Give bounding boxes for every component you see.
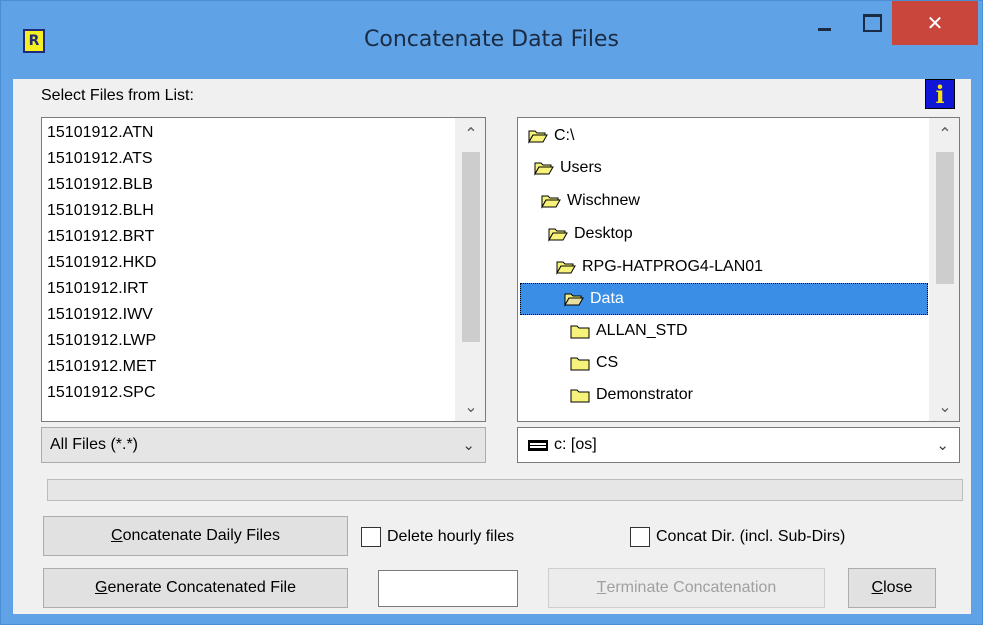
list-item[interactable]: 15101912.BLB bbox=[47, 172, 153, 198]
list-item[interactable]: 15101912.IRT bbox=[47, 276, 148, 302]
list-item[interactable]: 15101912.MET bbox=[47, 354, 156, 380]
dialog-body: Select Files from List: i 15101912.ATN 1… bbox=[13, 79, 971, 614]
checkbox-label: Concat Dir. (incl. Sub-Dirs) bbox=[656, 528, 846, 545]
accelerator-key: C bbox=[111, 527, 123, 544]
terminate-concatenation-button: Terminate Concatenation bbox=[548, 568, 825, 608]
delete-hourly-files-checkbox[interactable]: Delete hourly files bbox=[361, 527, 514, 547]
concatenate-daily-files-button[interactable]: Concatenate Daily Files bbox=[43, 516, 348, 556]
list-item[interactable]: 15101912.SPC bbox=[47, 380, 156, 406]
dir-label: Users bbox=[560, 159, 602, 176]
closed-folder-icon bbox=[570, 389, 590, 403]
chevron-down-icon[interactable]: ⌄ bbox=[462, 436, 475, 454]
dir-item[interactable]: C:\ bbox=[528, 120, 928, 152]
minimize-button[interactable] bbox=[796, 1, 852, 45]
dir-label: CS bbox=[596, 354, 619, 371]
accelerator-key: T bbox=[596, 579, 607, 596]
checkbox-label: Delete hourly files bbox=[387, 528, 515, 545]
list-item[interactable]: 15101912.LWP bbox=[47, 328, 156, 354]
dir-label: Desktop bbox=[574, 225, 633, 242]
drive-value: c: [os] bbox=[554, 436, 597, 453]
dir-item[interactable]: Desktop bbox=[548, 218, 928, 250]
button-label: erminate Concatenation bbox=[606, 579, 777, 596]
accelerator-key: C bbox=[871, 579, 884, 596]
button-label: lose bbox=[883, 579, 913, 596]
concatenate-dialog: R Concatenate Data Files ✕ Select Files … bbox=[0, 0, 983, 625]
progress-bar bbox=[47, 479, 963, 501]
dir-item[interactable]: Demonstrator bbox=[570, 379, 928, 411]
checkbox-box[interactable] bbox=[630, 527, 650, 547]
close-button[interactable]: Close bbox=[848, 568, 936, 608]
dir-item[interactable]: Wischnew bbox=[541, 185, 928, 217]
dir-label: ALLAN_STD bbox=[596, 322, 688, 339]
scroll-up-arrow-icon[interactable]: ⌃ bbox=[930, 118, 959, 148]
directory-listbox[interactable]: C:\ Users Wischnew Desktop RPG-HATPROG4-… bbox=[517, 117, 960, 422]
scroll-down-arrow-icon[interactable]: ⌄ bbox=[456, 391, 485, 421]
open-folder-icon bbox=[534, 162, 554, 176]
open-folder-icon bbox=[564, 293, 584, 307]
drive-icon bbox=[528, 439, 548, 451]
info-icon[interactable]: i bbox=[925, 79, 955, 109]
accelerator-key: G bbox=[94, 579, 108, 596]
scroll-up-arrow-icon[interactable]: ⌃ bbox=[456, 118, 485, 148]
open-folder-icon bbox=[528, 130, 548, 144]
dir-item-selected[interactable]: Data bbox=[520, 283, 928, 315]
concat-dir-checkbox[interactable]: Concat Dir. (incl. Sub-Dirs) bbox=[630, 527, 845, 547]
dir-label: Demonstrator bbox=[596, 386, 693, 403]
file-filter-select[interactable]: All Files (*.*) ⌄ bbox=[41, 427, 486, 463]
dir-item[interactable]: RPG-HATPROG4-LAN01 bbox=[556, 251, 928, 283]
dir-item[interactable]: CS bbox=[570, 347, 928, 379]
list-item[interactable]: 15101912.BLH bbox=[47, 198, 154, 224]
dir-label: C:\ bbox=[554, 127, 575, 144]
dir-label: Wischnew bbox=[567, 192, 640, 209]
file-list-scrollbar[interactable]: ⌃ ⌄ bbox=[455, 118, 485, 421]
title-bar[interactable]: R Concatenate Data Files ✕ bbox=[1, 1, 982, 79]
file-filter-value: All Files (*.*) bbox=[50, 436, 139, 453]
scroll-thumb[interactable] bbox=[936, 152, 954, 284]
checkbox-box[interactable] bbox=[361, 527, 381, 547]
dir-item[interactable]: Users bbox=[534, 152, 928, 184]
chevron-down-icon[interactable]: ⌄ bbox=[936, 436, 949, 454]
dir-label: Data bbox=[590, 290, 624, 307]
maximize-button[interactable] bbox=[852, 1, 892, 45]
close-window-button[interactable]: ✕ bbox=[892, 1, 978, 45]
open-folder-icon bbox=[541, 195, 561, 209]
dir-list-scrollbar[interactable]: ⌃ ⌄ bbox=[929, 118, 959, 421]
list-item[interactable]: 15101912.ATN bbox=[47, 120, 153, 146]
list-item[interactable]: 15101912.BRT bbox=[47, 224, 154, 250]
closed-folder-icon bbox=[570, 357, 590, 371]
button-label: enerate Concatenated File bbox=[107, 579, 297, 596]
list-item[interactable]: 15101912.ATS bbox=[47, 146, 153, 172]
list-item[interactable]: 15101912.IWV bbox=[47, 302, 153, 328]
closed-folder-icon bbox=[570, 325, 590, 339]
list-item[interactable]: 15101912.HKD bbox=[47, 250, 156, 276]
open-folder-icon bbox=[556, 261, 576, 275]
scroll-down-arrow-icon[interactable]: ⌄ bbox=[930, 391, 959, 421]
dir-item[interactable]: ALLAN_STD bbox=[570, 315, 928, 347]
open-folder-icon bbox=[548, 228, 568, 242]
select-files-label: Select Files from List: bbox=[41, 87, 194, 104]
scroll-thumb[interactable] bbox=[462, 152, 480, 342]
drive-select[interactable]: c: [os] ⌄ bbox=[517, 427, 960, 463]
output-text-field[interactable] bbox=[378, 570, 518, 607]
file-listbox[interactable]: 15101912.ATN 15101912.ATS 15101912.BLB 1… bbox=[41, 117, 486, 422]
dir-label: RPG-HATPROG4-LAN01 bbox=[582, 258, 764, 275]
button-label: oncatenate Daily Files bbox=[122, 527, 280, 544]
generate-concatenated-file-button[interactable]: Generate Concatenated File bbox=[43, 568, 348, 608]
